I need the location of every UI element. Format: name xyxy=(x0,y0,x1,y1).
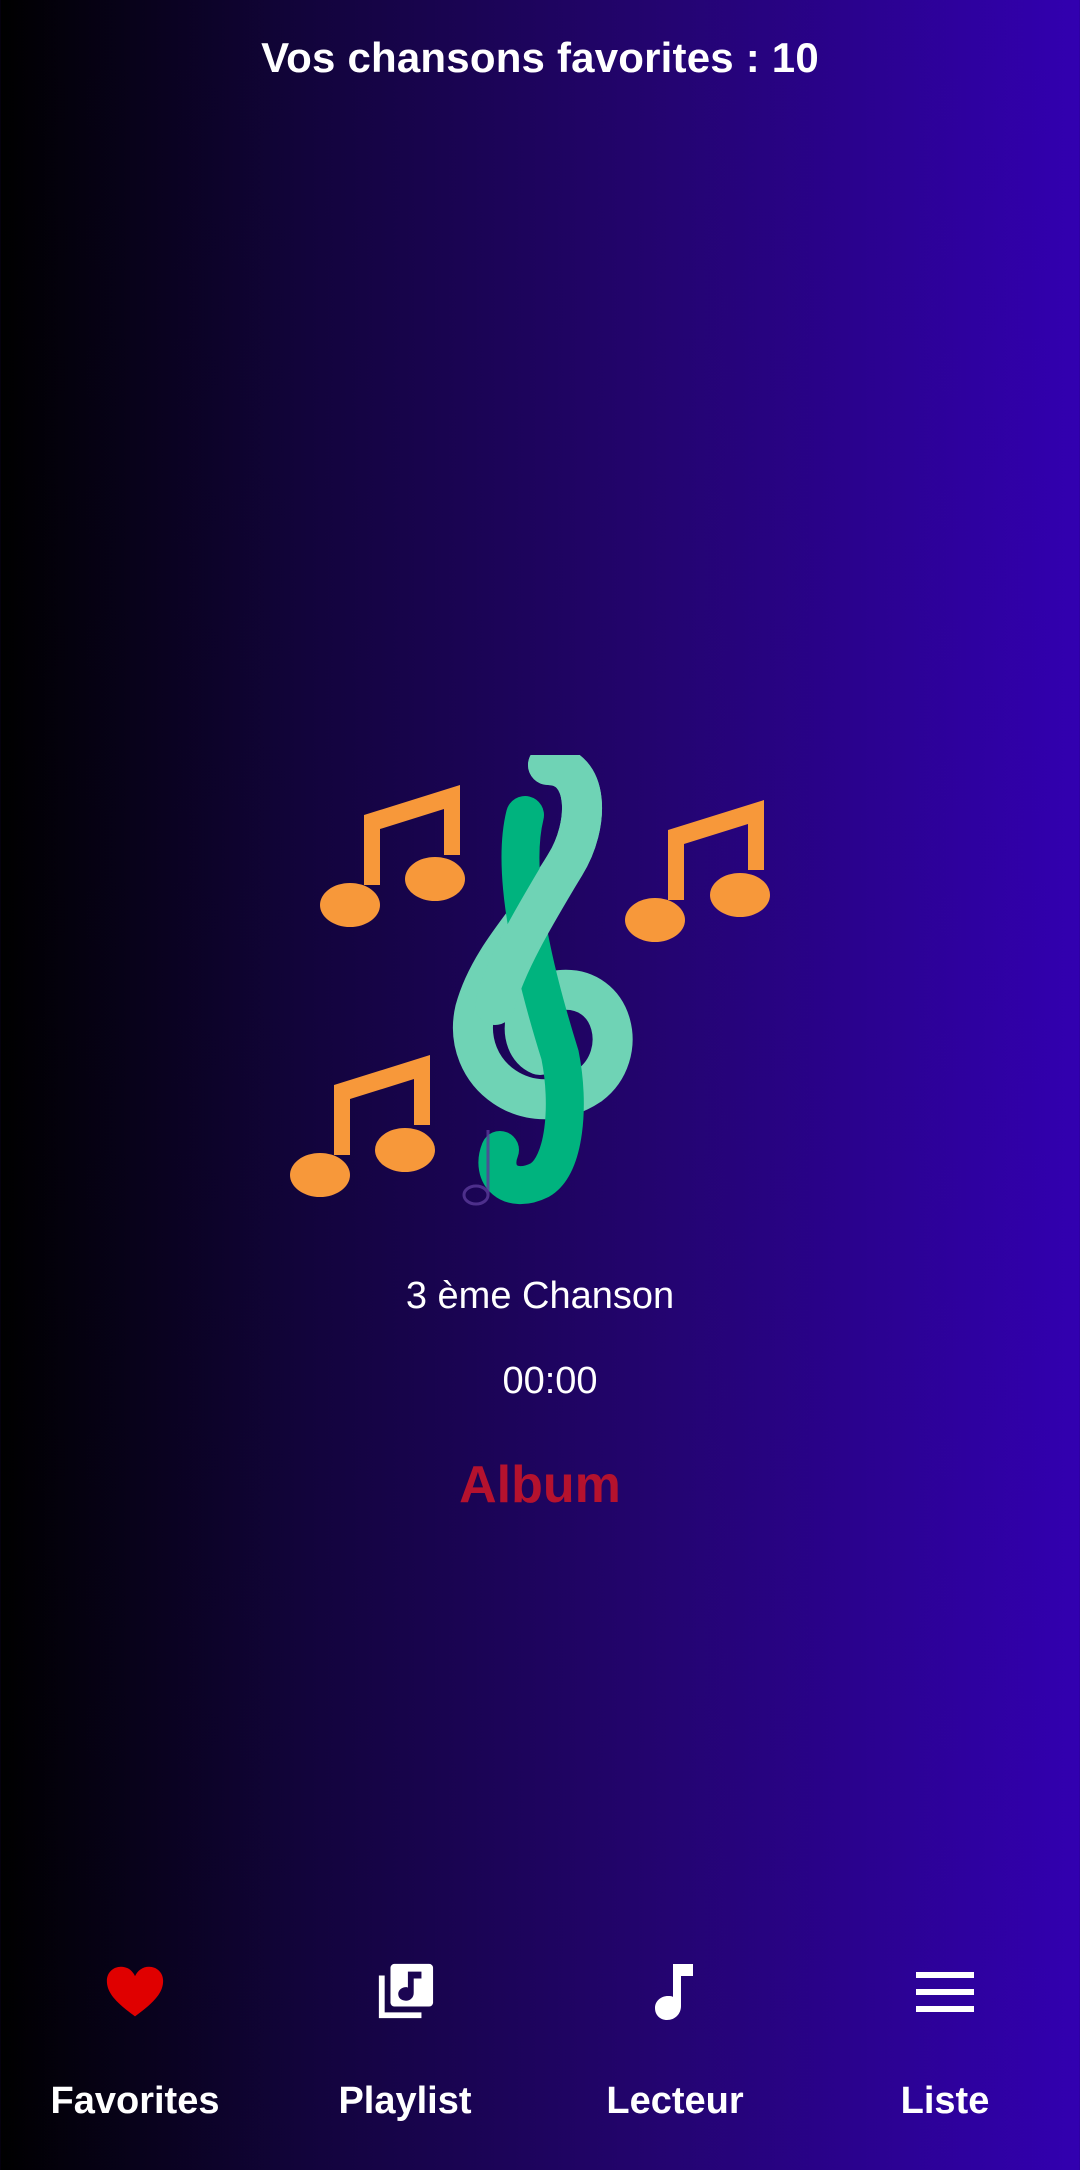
nav-item-lecteur[interactable]: Lecteur xyxy=(540,1950,810,2170)
nav-label-playlist: Playlist xyxy=(338,2080,472,2122)
nav-item-playlist[interactable]: Playlist xyxy=(270,1950,540,2170)
nav-item-liste[interactable]: Liste xyxy=(810,1950,1080,2170)
playback-time: 00:00 xyxy=(502,1360,598,1402)
heart-icon xyxy=(105,1962,165,2022)
treble-clef-icon xyxy=(453,755,633,1205)
eighth-notes-icon xyxy=(320,785,465,927)
nav-label-favorites: Favorites xyxy=(50,2080,220,2122)
nav-item-favorites[interactable]: Favorites xyxy=(0,1950,270,2170)
nav-label-lecteur: Lecteur xyxy=(606,2080,744,2122)
bottom-navigation: Favorites Playlist Lecteur Liste xyxy=(0,1950,1080,2170)
song-title: 3 ème Chanson xyxy=(405,1275,675,1317)
music-note-icon xyxy=(645,1962,705,2022)
page-title: Vos chansons favorites : 10 xyxy=(261,34,819,81)
nav-label-liste: Liste xyxy=(900,2080,990,2122)
eighth-notes-icon xyxy=(625,800,770,942)
eighth-notes-icon xyxy=(290,1055,435,1197)
music-artwork xyxy=(290,755,770,1206)
menu-icon xyxy=(915,1962,975,2022)
album-label[interactable]: Album xyxy=(0,1455,1080,1515)
playlist-icon xyxy=(375,1962,435,2022)
